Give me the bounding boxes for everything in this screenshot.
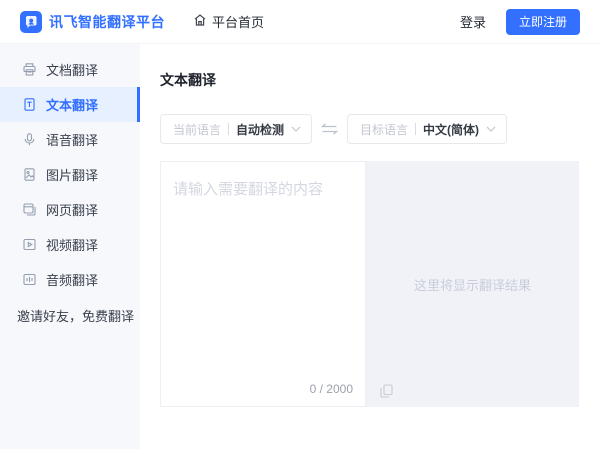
source-text-panel: 0 / 2000: [160, 161, 366, 407]
translation-output-panel: 这里将显示翻译结果: [366, 161, 579, 407]
language-controls: 当前语言 自动检测 目标语言 中文(简体): [160, 114, 580, 144]
sidebar-item-voice-translate[interactable]: 语音翻译: [0, 122, 140, 157]
translation-panels: 0 / 2000 这里将显示翻译结果: [160, 161, 580, 407]
brand-title: 讯飞智能翻译平台: [49, 12, 165, 32]
sidebar-item-label: 语音翻译: [46, 130, 98, 149]
brand-logo[interactable]: 讯飞智能翻译平台: [20, 11, 165, 33]
page-title: 文本翻译: [160, 70, 580, 90]
document-translate-icon: [22, 62, 37, 77]
source-language-label: 当前语言: [173, 121, 221, 138]
target-language-select[interactable]: 目标语言 中文(简体): [347, 114, 507, 144]
swap-languages-button[interactable]: [321, 123, 338, 135]
target-language-value: 中文(简体): [423, 121, 479, 138]
sidebar-item-label: 文本翻译: [46, 95, 98, 114]
sidebar-item-invite-friends[interactable]: 邀请好友，免费翻译: [0, 298, 140, 333]
image-translate-icon: [22, 167, 37, 182]
brand-logo-icon: [20, 11, 42, 33]
sidebar: 文档翻译 文本翻译 语音翻译: [0, 44, 140, 449]
login-link[interactable]: 登录: [460, 12, 486, 31]
character-counter: 0 / 2000: [310, 382, 353, 396]
sidebar-item-video-translate[interactable]: 视频翻译: [0, 227, 140, 262]
sidebar-item-label: 邀请好友，免费翻译: [17, 306, 134, 325]
register-button[interactable]: 立即注册: [506, 9, 580, 35]
audio-translate-icon: [22, 272, 37, 287]
webpage-translate-icon: [22, 202, 37, 217]
text-translate-icon: [22, 97, 37, 112]
top-header: 讯飞智能翻译平台 平台首页 登录 立即注册: [0, 0, 600, 44]
sidebar-item-audio-translate[interactable]: 音频翻译: [0, 262, 140, 297]
main-content: 文本翻译 当前语言 自动检测 目标语言: [140, 44, 600, 449]
sidebar-item-label: 文档翻译: [46, 60, 98, 79]
sidebar-item-label: 音频翻译: [46, 270, 98, 289]
chevron-down-icon: [291, 126, 301, 132]
sidebar-item-image-translate[interactable]: 图片翻译: [0, 157, 140, 192]
source-language-select[interactable]: 当前语言 自动检测: [160, 114, 312, 144]
nav-home-label: 平台首页: [212, 12, 264, 31]
divider: [228, 123, 229, 135]
voice-translate-icon: [22, 132, 37, 147]
sidebar-item-label: 图片翻译: [46, 165, 98, 184]
source-language-value: 自动检测: [236, 121, 284, 138]
nav-home-link[interactable]: 平台首页: [193, 12, 264, 31]
target-language-label: 目标语言: [360, 121, 408, 138]
sidebar-item-webpage-translate[interactable]: 网页翻译: [0, 192, 140, 227]
video-translate-icon: [22, 237, 37, 252]
source-text-input[interactable]: [161, 162, 365, 368]
chevron-down-icon: [486, 126, 496, 132]
divider: [415, 123, 416, 135]
copy-icon[interactable]: [380, 384, 393, 398]
sidebar-item-text-translate[interactable]: 文本翻译: [0, 87, 140, 122]
output-placeholder-text: 这里将显示翻译结果: [414, 275, 531, 294]
sidebar-item-label: 网页翻译: [46, 200, 98, 219]
sidebar-item-document-translate[interactable]: 文档翻译: [0, 52, 140, 87]
home-icon: [193, 13, 207, 30]
sidebar-item-label: 视频翻译: [46, 235, 98, 254]
